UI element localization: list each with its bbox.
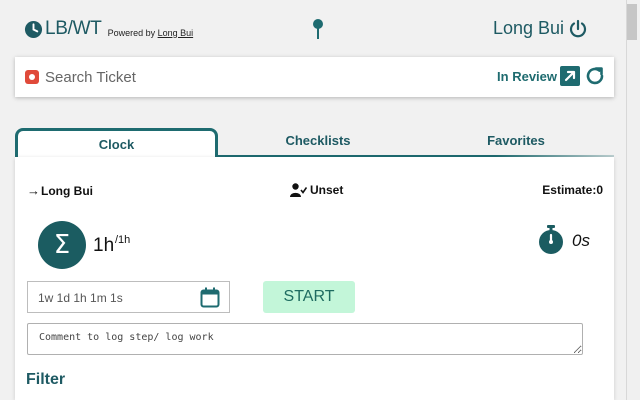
sigma-icon: Σ <box>53 230 71 260</box>
scrollbar[interactable] <box>626 0 640 400</box>
total-time: 1h <box>93 235 115 256</box>
comment-input[interactable] <box>27 323 583 355</box>
duration-input[interactable] <box>38 289 198 307</box>
record-icon <box>25 70 39 84</box>
search-input[interactable] <box>45 67 345 87</box>
start-button[interactable]: START <box>263 281 355 313</box>
assignee[interactable]: → Long Bui <box>27 183 93 198</box>
estimate: Estimate:0 <box>542 183 603 197</box>
power-icon[interactable] <box>568 19 588 39</box>
ticket-status: In Review <box>497 69 557 84</box>
duration-field <box>27 281 230 313</box>
clock-icon <box>24 20 43 38</box>
calendar-icon[interactable] <box>200 287 220 308</box>
stopwatch-icon <box>539 225 563 254</box>
search-bar: In Review <box>15 57 614 97</box>
scrollbar-thumb[interactable] <box>627 4 637 40</box>
app-name: LB/WT <box>45 18 102 39</box>
refresh-icon[interactable] <box>584 65 606 87</box>
clock-panel: → Long Bui Unset Estimate:0 Σ 1h /1h 0s <box>15 157 614 400</box>
tab-favorites[interactable]: Favorites <box>418 128 614 158</box>
user-name: Long Bui <box>492 18 564 38</box>
header: LB/WT Powered by Long Bui Long Bui <box>0 0 626 58</box>
assign-status-label: Unset <box>310 183 344 197</box>
total-time-estimate: /1h <box>115 234 131 246</box>
open-external-icon[interactable] <box>560 66 580 86</box>
assignee-name: Long Bui <box>41 183 93 198</box>
timer-value: 0s <box>572 231 590 250</box>
user-area: Long Bui <box>493 18 588 39</box>
arrow-right-icon: → <box>27 183 40 198</box>
powered-prefix: Powered by <box>107 27 158 38</box>
brand: LB/WT Powered by Long Bui <box>24 18 193 40</box>
filter-heading: Filter <box>26 371 66 388</box>
tab-checklists[interactable]: Checklists <box>218 128 418 158</box>
ticket-info-row: → Long Bui Unset Estimate:0 <box>15 183 614 201</box>
author-link[interactable]: Long Bui <box>158 28 194 38</box>
user-check-icon <box>290 183 307 197</box>
assign-status[interactable]: Unset <box>290 183 343 197</box>
tab-clock[interactable]: Clock <box>15 128 218 158</box>
tab-bar: Clock Checklists Favorites <box>15 128 614 158</box>
total-time-badge: Σ <box>38 221 86 269</box>
pin-icon[interactable] <box>311 18 325 40</box>
powered-by: Powered by Long Bui <box>108 28 194 38</box>
